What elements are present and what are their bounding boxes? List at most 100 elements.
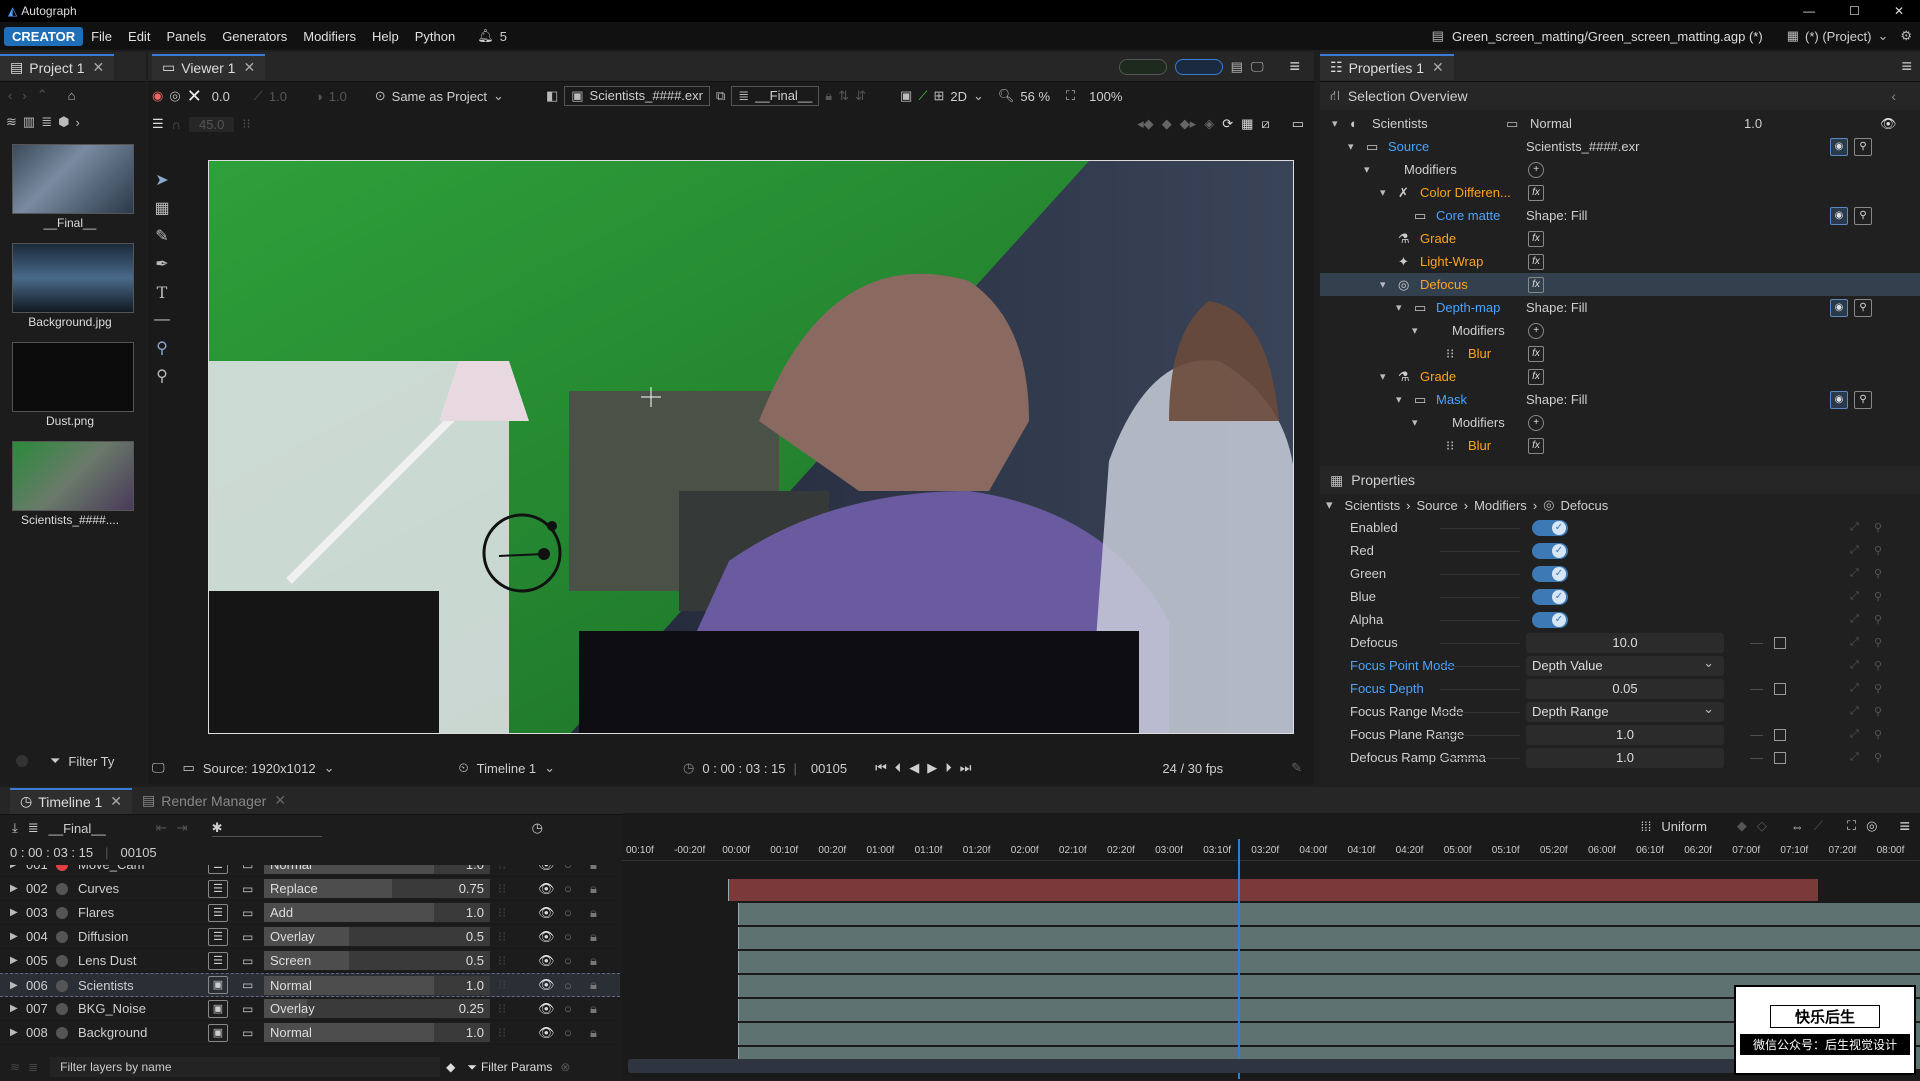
first-frame-icon[interactable]: ⏮ xyxy=(875,760,887,776)
viewer-settings-icon[interactable]: 🖵︎ xyxy=(152,760,165,776)
project-item-scientists[interactable]: Scientists_####.... xyxy=(12,441,146,540)
tree-item-modifiers[interactable]: ▾ Modifiers + xyxy=(1320,319,1920,342)
angle-value[interactable]: 45.0 xyxy=(189,116,235,132)
solo-icon[interactable]: ○ xyxy=(564,1025,572,1040)
minimize-icon[interactable]: — xyxy=(1803,4,1815,18)
refresh-icon[interactable]: ⟳ xyxy=(1222,116,1233,132)
close-tab-icon[interactable]: ✕ xyxy=(243,59,255,76)
filter-params[interactable]: Filter Params xyxy=(481,1060,552,1074)
visibility-icon[interactable]: 👁︎ xyxy=(538,953,555,969)
link-icon[interactable]: ⤢ xyxy=(1850,682,1859,695)
menu-file[interactable]: File xyxy=(83,29,120,44)
tab-viewer[interactable]: ▭ Viewer 1 ✕ xyxy=(152,53,266,80)
pin-icon[interactable]: ⚲ xyxy=(1874,728,1882,741)
mask-toggle-icon[interactable]: ◉ xyxy=(1830,298,1848,317)
prop-dropdown[interactable]: Depth Value xyxy=(1526,653,1724,676)
layer-name[interactable]: Diffusion xyxy=(78,929,128,944)
link-icon[interactable]: ⤢ xyxy=(1850,590,1859,603)
maximize-icon[interactable]: ☐ xyxy=(1849,4,1860,18)
track-clip[interactable] xyxy=(728,879,1818,901)
pin-icon[interactable]: ⚲ xyxy=(1874,636,1882,649)
solo-icon[interactable]: ○ xyxy=(564,865,572,872)
align-icon[interactable]: ⇤ xyxy=(156,820,167,836)
exposure-icon[interactable]: ◎ xyxy=(169,88,180,104)
text-tool-icon[interactable]: T xyxy=(148,278,176,306)
chevron-down-icon[interactable]: ⌄ xyxy=(324,760,335,776)
slider-icon[interactable]: — xyxy=(1750,750,1763,765)
link-icon[interactable]: ⤢ xyxy=(1850,728,1859,741)
zoom-value[interactable]: 56 % xyxy=(1020,89,1050,104)
menu-panels[interactable]: Panels xyxy=(158,29,214,44)
pin-icon[interactable]: ⚲ xyxy=(1874,682,1882,695)
track-clip[interactable] xyxy=(738,927,1920,949)
uniform-select[interactable]: Uniform xyxy=(1661,819,1707,834)
prop-dropdown[interactable]: Depth Range xyxy=(1526,699,1724,722)
chevron-down-icon[interactable]: ⌄ xyxy=(973,88,984,104)
select-tool-icon[interactable]: ➤ xyxy=(148,166,176,194)
tree-item-grade[interactable]: ⚗ Grade fx xyxy=(1320,227,1920,250)
link-icon[interactable]: ⁝⁝ xyxy=(498,953,506,969)
visibility-icon[interactable]: 👁︎ xyxy=(538,1025,555,1041)
lock-icon[interactable]: 🔒︎ xyxy=(590,1025,597,1041)
expand-icon[interactable]: ▾ xyxy=(1412,416,1418,429)
layer-color-dot[interactable] xyxy=(56,980,68,992)
layer-blend-opacity[interactable]: Normal 1.0 xyxy=(264,865,490,874)
pin-icon[interactable]: ⚲ xyxy=(1854,298,1872,317)
layer-type-icon[interactable]: ☰ xyxy=(208,879,228,898)
prop-number-field[interactable]: 1.0 xyxy=(1526,724,1724,745)
layout-icon[interactable]: ▦ xyxy=(1787,28,1799,44)
cube-icon[interactable]: ⬢ xyxy=(58,114,69,130)
layer-color-dot[interactable] xyxy=(56,1003,68,1015)
mask-toggle-icon[interactable]: ◉ xyxy=(1830,206,1848,225)
layer-color-dot[interactable] xyxy=(56,955,68,967)
link-icon[interactable]: ⤢ xyxy=(1850,567,1859,580)
tab-render-manager[interactable]: ▤ Render Manager ✕ xyxy=(132,788,296,814)
tab-timeline[interactable]: ◷ Timeline 1 ✕ xyxy=(10,787,133,814)
gamma-value[interactable]: 1.0 xyxy=(269,89,309,104)
grid-icon[interactable]: ⊞ xyxy=(933,88,944,104)
lock-icon[interactable]: 🔒︎ xyxy=(590,977,597,993)
reset-icon[interactable]: ✕ xyxy=(187,86,202,107)
timeline-select[interactable]: Timeline 1 xyxy=(477,761,536,776)
source-resolution[interactable]: Source: 1920x1012 xyxy=(203,761,316,776)
pin-icon[interactable]: ⚲ xyxy=(1874,521,1882,534)
visibility-icon[interactable]: 👁︎ xyxy=(538,865,555,873)
layers-icon[interactable]: ≋ xyxy=(6,114,17,130)
menu-help[interactable]: Help xyxy=(364,29,407,44)
tree-item-depth-map[interactable]: ▾ ▭ Depth-map Shape: Fill ◉ ⚲ xyxy=(1320,296,1920,319)
lock-icon[interactable]: 🔒︎ xyxy=(590,881,597,897)
layer-row[interactable]: ▶ 008 Background ▣ ▭ Normal 1.0 ⁝⁝ 👁︎ ○ 🔒︎ xyxy=(0,1021,620,1045)
expand-icon[interactable]: ▶ xyxy=(10,980,18,991)
prev-key-icon[interactable]: ◂◆ xyxy=(1137,116,1154,132)
keyframe-box-icon[interactable] xyxy=(1774,636,1786,649)
tree-item-color-differen[interactable]: ▾ ✗ Color Differen... fx xyxy=(1320,181,1920,204)
pin-icon[interactable]: ⚲ xyxy=(1874,590,1882,603)
link-icon[interactable]: ⁝⁝ xyxy=(498,929,506,945)
overlay-icon[interactable]: ▭ xyxy=(1292,116,1304,132)
prop-toggle[interactable] xyxy=(1532,542,1568,559)
forward-icon[interactable]: › xyxy=(22,88,26,103)
layer-name[interactable]: Background xyxy=(78,1025,147,1040)
pen-icon[interactable]: ✎ xyxy=(1291,760,1302,776)
expand-icon[interactable]: ▾ xyxy=(1348,140,1354,153)
hamburger-icon[interactable]: ≡ xyxy=(1289,56,1300,77)
breadcrumb-item[interactable]: Defocus xyxy=(1561,498,1609,513)
pin-icon[interactable]: ⚲ xyxy=(1874,751,1882,764)
time-ruler[interactable]: 00:10f -00:20f 00:00f 00:10f 00:20f 01:00f 01:… xyxy=(622,839,1920,861)
transform-icon[interactable]: ⧄ xyxy=(1261,116,1269,132)
mode-select[interactable]: 2D xyxy=(950,89,967,104)
pin-icon[interactable]: ⚲ xyxy=(1854,390,1872,409)
link-icon[interactable]: ⤢ xyxy=(1850,613,1859,626)
fx-icon[interactable]: fx xyxy=(1528,345,1544,362)
expand-icon[interactable]: ▾ xyxy=(1380,186,1386,199)
add-modifier-icon[interactable]: + xyxy=(1528,161,1544,178)
layer-row[interactable]: ▶ 003 Flares ☰ ▭ Add 1.0 ⁝⁝ 👁︎ ○ 🔒︎ xyxy=(0,901,620,925)
track-clip[interactable] xyxy=(738,951,1920,973)
back-icon[interactable]: ‹ xyxy=(8,88,12,103)
expand-icon[interactable]: ▾ xyxy=(1412,324,1418,337)
solo-icon[interactable]: ○ xyxy=(564,929,572,944)
link-icon[interactable]: ⁝⁝ xyxy=(498,905,506,921)
bell-icon[interactable]: 🔔︎ xyxy=(477,28,494,44)
link-icon[interactable]: ⤢ xyxy=(1850,521,1859,534)
back-icon[interactable]: ‹ xyxy=(1891,88,1896,104)
